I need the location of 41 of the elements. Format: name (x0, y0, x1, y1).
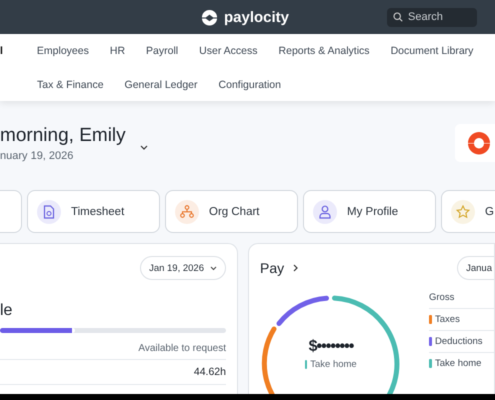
hours-value: 44.62h (0, 360, 226, 385)
pay-amount: $•••••••• (308, 338, 354, 356)
nav-link[interactable]: Employees (36, 34, 89, 68)
legend-label: Deductions (435, 336, 483, 347)
legend-label: Take home (435, 358, 482, 369)
nav-link[interactable]: Configuration (218, 68, 281, 102)
card-title: le (0, 302, 14, 320)
company-logo-icon (467, 130, 491, 154)
greeting-title: morning, Emily (0, 125, 126, 147)
date-dropdown[interactable]: Janua (457, 256, 494, 280)
nav-link[interactable]: HR (110, 34, 126, 68)
nav-link[interactable]: l (0, 34, 3, 68)
brand-name[interactable]: paylocity (224, 8, 290, 26)
card-title[interactable]: Pay (260, 260, 284, 276)
hierarchy-icon (180, 205, 194, 218)
document-icon (43, 204, 55, 218)
nav-link[interactable]: Tax & Finance (37, 68, 104, 102)
nav-link[interactable]: User Access (199, 34, 258, 68)
search-field[interactable]: Search (387, 8, 477, 26)
nav-link[interactable]: Payroll (146, 34, 178, 68)
amount-label: Take home (305, 359, 357, 370)
chevron-right-icon[interactable] (293, 264, 298, 272)
nav-link[interactable]: Document Library (390, 34, 474, 68)
legend-label: Gross (429, 292, 454, 303)
greeting-date: nuary 19, 2026 (0, 150, 74, 162)
shortcut-card[interactable]: Timesheet (27, 190, 160, 233)
nav-link[interactable]: General Ledger (124, 68, 198, 102)
person-icon (319, 204, 331, 218)
legend-label: Taxes (435, 314, 460, 325)
chevron-down-icon (210, 266, 217, 270)
shortcut-card[interactable]: Org Chart (165, 190, 298, 233)
legend-marker (305, 360, 308, 369)
column-header: Available to request (0, 333, 226, 360)
search-icon (393, 12, 403, 22)
date-dropdown[interactable]: Jan 19, 2026 (140, 256, 226, 280)
star-icon (456, 204, 470, 218)
nav-link[interactable]: Reports & Analytics (278, 34, 370, 68)
chevron-down-icon[interactable] (140, 145, 148, 150)
logo-icon (201, 8, 218, 26)
shortcut-card[interactable]: My Profile (303, 190, 436, 233)
shortcut-card[interactable]: G (441, 190, 495, 233)
